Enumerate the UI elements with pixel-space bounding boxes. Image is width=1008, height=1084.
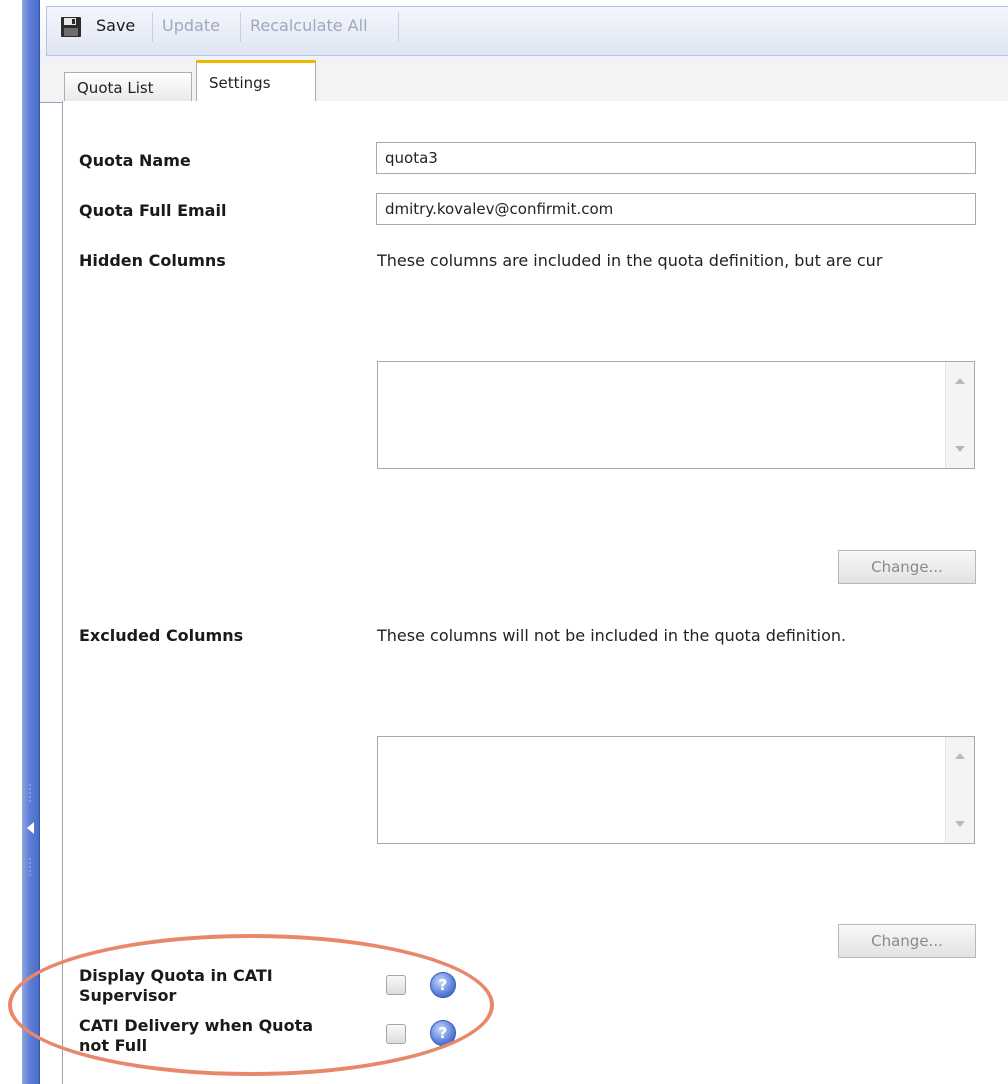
hidden-columns-listbox[interactable] [377,361,975,469]
sidebar-splitter[interactable]: · · · · · · · · · · [22,0,40,1084]
splitter-grip-icon: · · · · · [28,781,32,807]
hidden-columns-description: These columns are included in the quota … [377,251,883,270]
tab-quota-list[interactable]: Quota List [64,72,192,102]
excluded-columns-description: These columns will not be included in th… [377,626,847,645]
scrollbar[interactable] [945,737,974,843]
update-button[interactable]: Update [162,14,220,38]
excluded-columns-listbox[interactable] [377,736,975,844]
display-quota-cati-label-line1: Display Quota in CATI [79,966,273,985]
quota-name-input[interactable]: quota3 [376,142,976,174]
left-margin [0,0,22,1084]
recalculate-all-button[interactable]: Recalculate All [250,14,368,38]
help-icon[interactable]: ? [430,1020,456,1046]
cati-delivery-label-line2: not Full [79,1036,148,1055]
excluded-columns-label: Excluded Columns [79,626,244,645]
cati-delivery-label-line1: CATI Delivery when Quota [79,1016,314,1035]
display-quota-cati-label-line2: Supervisor [79,986,177,1005]
help-icon[interactable]: ? [430,972,456,998]
toolbar-separator [240,12,241,42]
excluded-columns-change-button[interactable]: Change... [838,924,976,958]
toolbar-separator [152,12,153,42]
tab-settings[interactable]: Settings [196,60,316,102]
display-quota-cati-checkbox[interactable] [386,975,406,995]
hidden-columns-change-button[interactable]: Change... [838,550,976,584]
splitter-grip-icon: · · · · · [28,855,32,881]
cati-delivery-label: CATI Delivery when Quota not Full [79,1016,313,1056]
hidden-columns-label: Hidden Columns [79,251,226,270]
save-button[interactable]: Save [96,14,135,38]
scroll-up-icon[interactable] [955,753,965,759]
scroll-up-icon[interactable] [955,378,965,384]
display-quota-cati-label: Display Quota in CATI Supervisor [79,966,273,1006]
quota-name-label: Quota Name [79,151,191,170]
collapse-arrow-icon[interactable] [27,822,34,834]
quota-full-email-label: Quota Full Email [79,201,227,220]
floppy-disk-icon[interactable] [60,16,82,38]
quota-full-email-input[interactable]: dmitry.kovalev@confirmit.com [376,193,976,225]
scroll-down-icon[interactable] [955,821,965,827]
cati-delivery-checkbox[interactable] [386,1024,406,1044]
toolbar-separator [398,12,399,42]
scroll-down-icon[interactable] [955,446,965,452]
scrollbar[interactable] [945,362,974,468]
